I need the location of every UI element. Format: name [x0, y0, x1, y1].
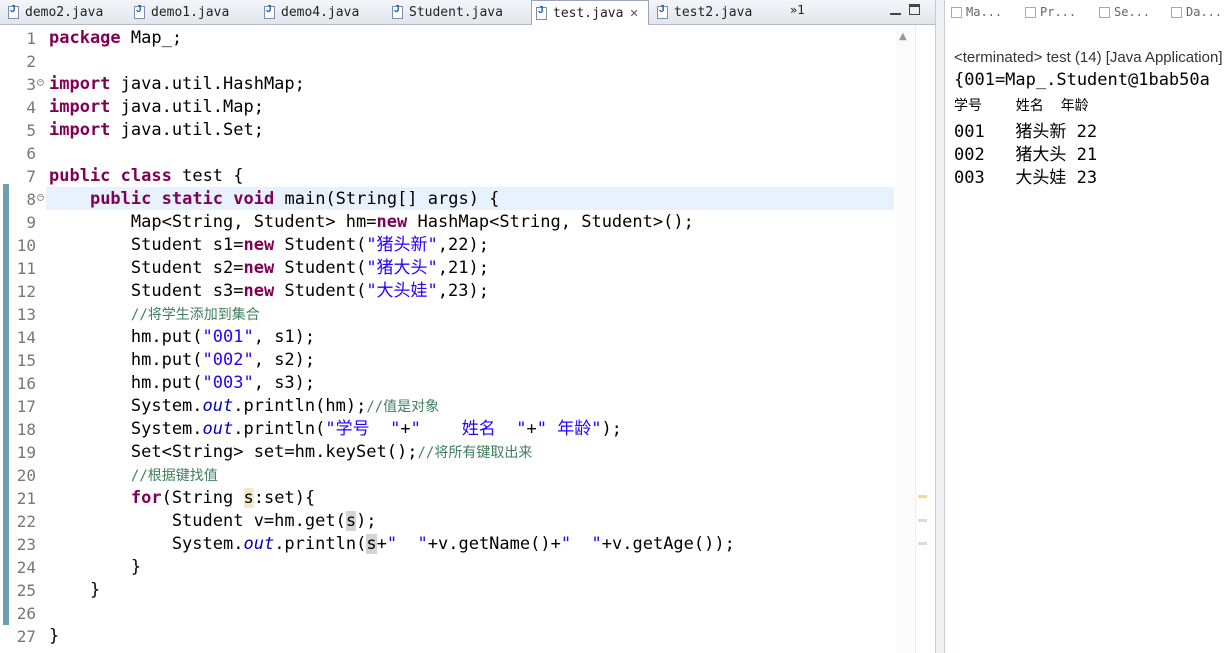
code-line: import java.util.HashMap;	[49, 74, 305, 94]
java-file-icon	[536, 5, 547, 20]
code-line: hm.put("002", s2);	[49, 350, 316, 370]
console-line: 002 猪大头 21	[954, 145, 1098, 165]
more-tabs-button[interactable]: »1	[790, 3, 805, 17]
tab-demo1[interactable]: demo1.java	[130, 0, 255, 24]
occurrence-marker[interactable]	[918, 519, 927, 522]
scroll-up-icon[interactable]: ▲	[899, 31, 907, 42]
java-file-icon	[392, 4, 403, 19]
java-file-icon	[8, 4, 19, 19]
vertical-scrollbar[interactable]: ▲	[896, 25, 914, 653]
code-line: System.out.println("学号 "+" 姓名 "+" 年龄");	[49, 419, 622, 439]
code-line: }	[49, 626, 60, 646]
code-line: }	[49, 557, 142, 577]
console-line: 学号 姓名 年龄	[954, 98, 1089, 114]
line-number: 27	[16, 627, 36, 646]
servers-icon	[1099, 6, 1110, 18]
console-line: 003 大头娃 23	[954, 168, 1098, 188]
code-line: hm.put("001", s1);	[49, 327, 316, 347]
code-line: Student s2=new Student("猪大头",21);	[49, 258, 489, 278]
code-line: //根据键找值	[130, 468, 218, 484]
overview-ruler	[915, 25, 936, 653]
tab-label: Student.java	[409, 4, 503, 20]
tab-test2[interactable]: test2.java	[653, 0, 783, 24]
quick-diff-ruler	[3, 184, 9, 625]
line-number: 3	[26, 75, 36, 94]
tab-test[interactable]: test.java ✕	[531, 0, 649, 25]
tab-label: demo2.java	[25, 4, 104, 20]
tab-label: test2.java	[674, 4, 753, 20]
markers-icon	[951, 6, 962, 18]
tab-label: demo4.java	[281, 4, 360, 20]
java-file-icon	[264, 4, 275, 19]
code-line: Set<String> set=hm.keySet();//将所有键取出来	[49, 442, 533, 462]
code-line: System.out.println(s+" "+v.getName()+" "…	[49, 534, 735, 554]
code-line: System.out.println(hm);//值是对象	[49, 396, 440, 416]
console-line: 001 猪头新 22	[954, 122, 1098, 142]
tab-label: Pr...	[1040, 5, 1077, 19]
code-editor[interactable]: 1 2 3 4 5 6 7 8 9 10 11 12 13 14 15 16 1…	[0, 25, 936, 653]
code-line: package Map_;	[49, 28, 183, 48]
tab-demo4[interactable]: demo4.java	[260, 0, 385, 24]
line-number: 6	[26, 144, 36, 163]
editor-tab-bar: demo2.java demo1.java demo4.java Student…	[0, 0, 935, 25]
line-number: 2	[26, 52, 36, 71]
java-file-icon	[134, 4, 145, 19]
code-line: hm.put("003", s3);	[49, 373, 316, 393]
tab-demo2[interactable]: demo2.java	[4, 0, 124, 24]
code-line: Map<String, Student> hm=new HashMap<Stri…	[49, 212, 694, 232]
fold-toggle-icon[interactable]: −	[37, 194, 44, 201]
console-line: {001=Map_.Student@1bab50a	[954, 70, 1210, 90]
line-number: 4	[26, 98, 36, 117]
tab-label: Ma...	[966, 5, 1003, 19]
code-line: public static void main(String[] args) {	[89, 189, 500, 209]
java-file-icon	[657, 4, 668, 19]
occurrence-marker[interactable]	[918, 495, 927, 498]
code-line: Student s3=new Student("大头娃",23);	[49, 281, 489, 301]
close-tab-icon[interactable]: ✕	[629, 7, 638, 20]
console-view[interactable]: <terminated> test (14) [Java Application…	[945, 24, 1231, 653]
maximize-icon[interactable]	[909, 4, 920, 15]
code-line: //将学生添加到集合	[130, 307, 260, 323]
tab-servers[interactable]: Se...	[1099, 5, 1150, 19]
code-line: Student s1=new Student("猪头新",22);	[49, 235, 489, 255]
console-status: <terminated> test (14) [Java Application…	[954, 49, 1223, 66]
tab-markers[interactable]: Ma...	[951, 5, 1002, 19]
fold-toggle-icon[interactable]: −	[37, 79, 44, 86]
code-line: import java.util.Set;	[49, 120, 264, 140]
properties-icon	[1025, 6, 1036, 18]
tab-student[interactable]: Student.java	[388, 0, 528, 24]
view-sash[interactable]	[935, 0, 945, 653]
tab-properties[interactable]: Pr...	[1025, 5, 1076, 19]
code-line: for(String s:set){	[130, 488, 316, 508]
line-number: 1	[26, 29, 36, 48]
occurrence-marker[interactable]	[918, 542, 927, 545]
tab-label: test.java	[553, 5, 624, 21]
code-line: public class test {	[49, 166, 244, 186]
view-tab-bar: Ma... Pr... Se... Da...	[945, 0, 1231, 24]
data-source-icon	[1171, 6, 1182, 18]
tab-label: Se...	[1114, 5, 1151, 19]
line-number: 5	[26, 121, 36, 140]
minimize-icon[interactable]	[890, 7, 901, 15]
tab-label: demo1.java	[151, 4, 230, 20]
tab-data-source[interactable]: Da...	[1171, 5, 1222, 19]
tab-label: Da...	[1186, 5, 1223, 19]
code-line: }	[49, 580, 101, 600]
code-line: Student v=hm.get(s);	[49, 511, 377, 531]
code-line: import java.util.Map;	[49, 97, 264, 117]
